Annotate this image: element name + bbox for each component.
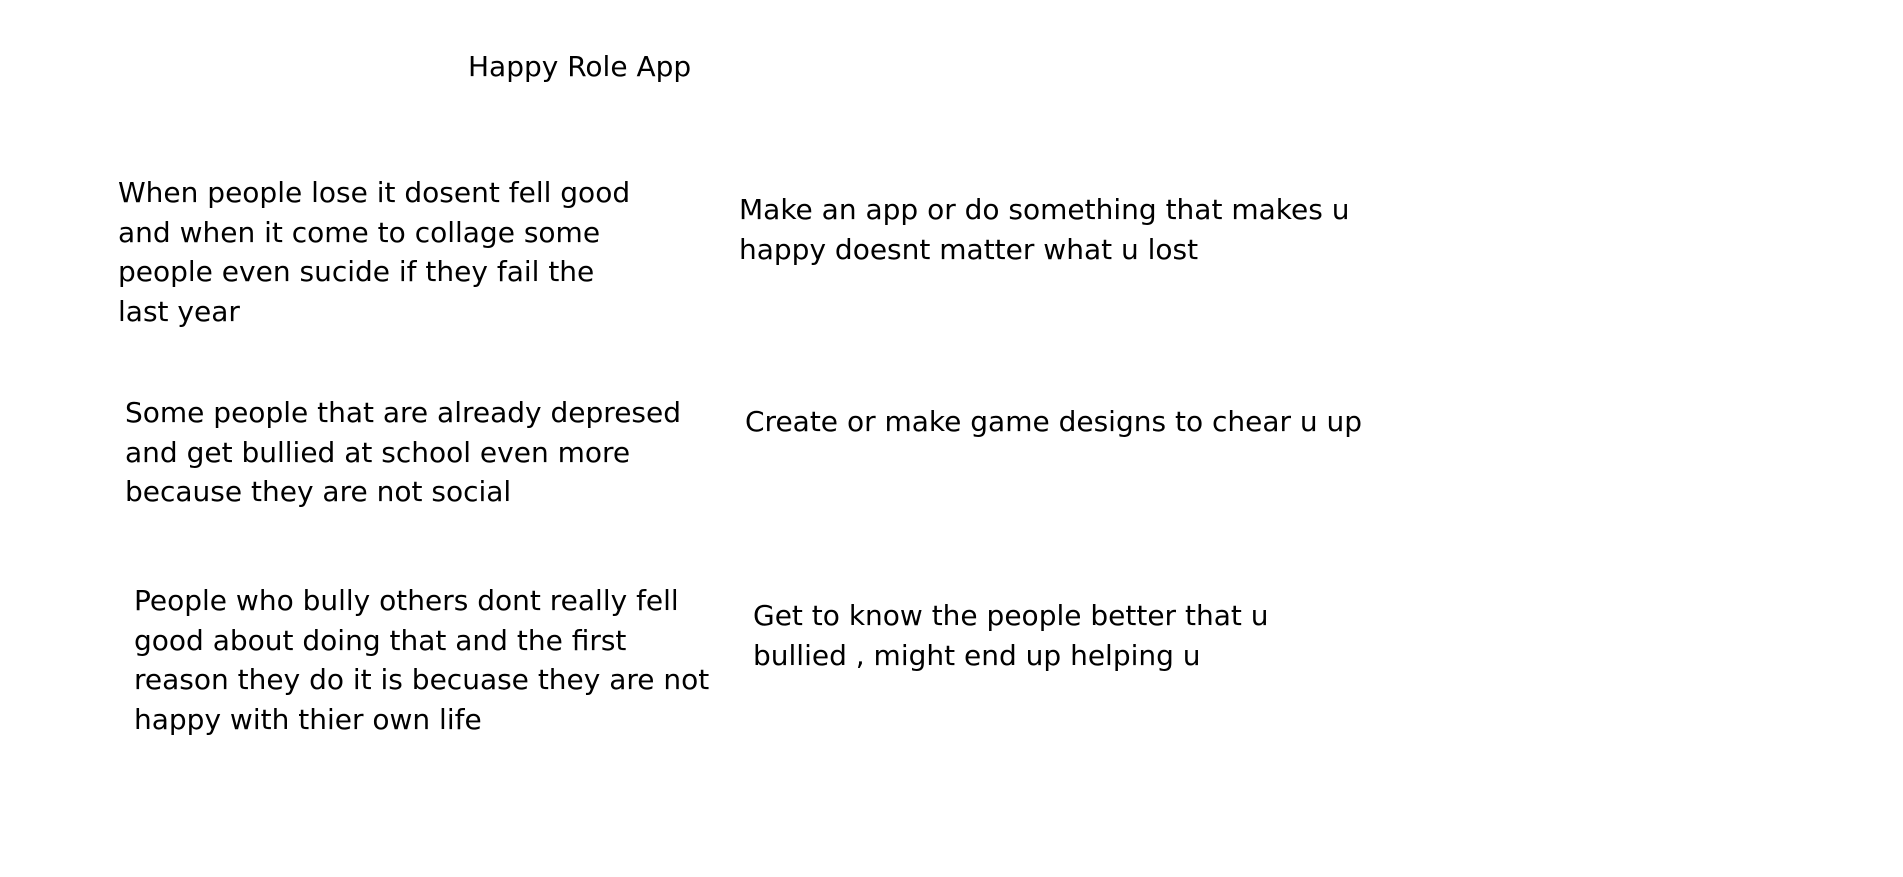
slide-canvas: { "title": "Happy Role App", "rows": [ {… [0,0,1903,877]
page-title: Happy Role App [468,50,692,83]
solution-text-2: Create or make game designs to chear u u… [745,405,1363,438]
solution-text-3: Get to know the people better that u bul… [753,599,1269,672]
problem-text-1: When people lose it dosent fell good and… [118,176,631,328]
problem-text-3: People who bully others dont really fell… [134,584,710,736]
problem-text-2: Some people that are already depresed an… [125,396,682,508]
solution-text-1: Make an app or do something that makes u… [739,193,1350,266]
